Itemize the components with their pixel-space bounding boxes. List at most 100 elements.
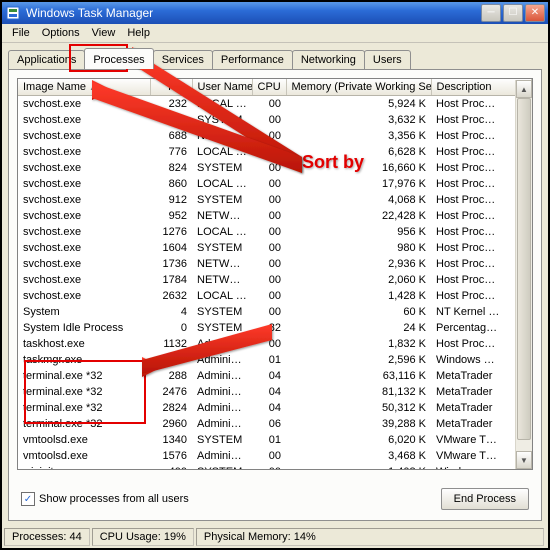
tab-processes[interactable]: Processes	[84, 48, 153, 69]
cell-mem: 39,288 K	[286, 416, 431, 432]
cell-cpu: 00	[252, 160, 286, 176]
cell-cpu: 00	[252, 240, 286, 256]
table-row[interactable]: svchost.exe952NETWO…0022,428 KHost Proc…	[18, 208, 532, 224]
table-row[interactable]: svchost.exe1784NETWO…002,060 KHost Proc…	[18, 272, 532, 288]
cell-cpu: 00	[252, 336, 286, 352]
table-row[interactable]: terminal.exe *32288Administ…0463,116 KMe…	[18, 368, 532, 384]
table-row[interactable]: svchost.exe1604SYSTEM00980 KHost Proc…	[18, 240, 532, 256]
cell-image: vmtoolsd.exe	[18, 448, 150, 464]
cell-user: SYSTEM	[192, 112, 252, 128]
status-memory: Physical Memory: 14%	[196, 528, 544, 546]
col-pid[interactable]: PID	[150, 79, 192, 96]
cell-user: Administ…	[192, 400, 252, 416]
cell-user: SYSTEM	[192, 240, 252, 256]
minimize-button[interactable]: ─	[481, 4, 501, 22]
table-row[interactable]: svchost.exe1276LOCAL …00956 KHost Proc…	[18, 224, 532, 240]
table-row[interactable]: System Idle Process0SYSTEM8224 KPercenta…	[18, 320, 532, 336]
cell-image: terminal.exe *32	[18, 416, 150, 432]
tab-applications[interactable]: Applications	[8, 50, 85, 69]
cell-mem: 3,468 K	[286, 448, 431, 464]
cell-cpu: 00	[252, 272, 286, 288]
table-row[interactable]: vmtoolsd.exe1576Administ…003,468 KVMware…	[18, 448, 532, 464]
menu-file[interactable]: File	[6, 27, 36, 39]
cell-cpu: 00	[252, 304, 286, 320]
tab-performance[interactable]: Performance	[212, 50, 293, 69]
menu-help[interactable]: Help	[121, 27, 156, 39]
cell-user: SYSTEM	[192, 192, 252, 208]
cell-cpu: 00	[252, 144, 286, 160]
cell-mem: 22,428 K	[286, 208, 431, 224]
tab-networking[interactable]: Networking	[292, 50, 365, 69]
cell-pid: 4	[150, 304, 192, 320]
col-image-name[interactable]: Image Name▲	[18, 79, 150, 96]
col-mem[interactable]: Memory (Private Working Set)	[286, 79, 431, 96]
cell-pid: 2960	[150, 416, 192, 432]
tab-users[interactable]: Users	[364, 50, 411, 69]
table-row[interactable]: terminal.exe *322824Administ…0450,312 KM…	[18, 400, 532, 416]
cell-cpu: 06	[252, 416, 286, 432]
cell-cpu: 04	[252, 368, 286, 384]
cell-cpu: 00	[252, 128, 286, 144]
vertical-scrollbar[interactable]: ▲ ▼	[515, 80, 532, 469]
cell-image: wininit.exe	[18, 464, 150, 470]
table-row[interactable]: svchost.exe912SYSTEM004,068 KHost Proc…	[18, 192, 532, 208]
cell-mem: 4,068 K	[286, 192, 431, 208]
cell-pid: 1784	[150, 272, 192, 288]
table-row[interactable]: svchost.exe824SYSTEM0016,660 KHost Proc…	[18, 160, 532, 176]
cell-mem: 2,596 K	[286, 352, 431, 368]
col-cpu[interactable]: CPU	[252, 79, 286, 96]
cell-pid: 288	[150, 368, 192, 384]
table-row[interactable]: terminal.exe *322960Administ…0639,288 KM…	[18, 416, 532, 432]
table-row[interactable]: terminal.exe *322476Administ…0481,132 KM…	[18, 384, 532, 400]
cell-image: terminal.exe *32	[18, 384, 150, 400]
cell-image: svchost.exe	[18, 112, 150, 128]
cell-user: LOCAL …	[192, 176, 252, 192]
table-row[interactable]: vmtoolsd.exe1340SYSTEM016,020 KVMware T…	[18, 432, 532, 448]
cell-user: SYSTEM	[192, 304, 252, 320]
cell-user: SYSTEM	[192, 464, 252, 470]
maximize-button[interactable]: ☐	[503, 4, 523, 22]
table-row[interactable]: taskmgr.exeAdminist…012,596 KWindows …	[18, 352, 532, 368]
cell-pid: 776	[150, 144, 192, 160]
cell-image: System Idle Process	[18, 320, 150, 336]
table-row[interactable]: svchost.exe608SYSTEM003,632 KHost Proc…	[18, 112, 532, 128]
cell-image: System	[18, 304, 150, 320]
col-user[interactable]: User Name	[192, 79, 252, 96]
cell-mem: 956 K	[286, 224, 431, 240]
window-title: Windows Task Manager	[24, 6, 481, 20]
table-row[interactable]: taskhost.exe1132Administ…001,832 KHost P…	[18, 336, 532, 352]
cell-pid: 1132	[150, 336, 192, 352]
table-row[interactable]: svchost.exe860LOCAL …0017,976 KHost Proc…	[18, 176, 532, 192]
cell-mem: 1,832 K	[286, 336, 431, 352]
cell-image: svchost.exe	[18, 240, 150, 256]
end-process-button[interactable]: End Process	[441, 488, 529, 510]
close-button[interactable]: ✕	[525, 4, 545, 22]
table-row[interactable]: svchost.exe232LOCAL …005,924 KHost Proc…	[18, 96, 532, 113]
cell-user: SYSTEM	[192, 320, 252, 336]
title-bar[interactable]: Windows Task Manager ─ ☐ ✕	[2, 2, 548, 24]
cell-cpu: 00	[252, 96, 286, 113]
cell-pid: 952	[150, 208, 192, 224]
table-row[interactable]: System4SYSTEM0060 KNT Kernel …	[18, 304, 532, 320]
table-row[interactable]: svchost.exe2632LOCAL …001,428 KHost Proc…	[18, 288, 532, 304]
table-row[interactable]: wininit.exe400SYSTEM001,408 KWindows …	[18, 464, 532, 470]
cell-pid: 912	[150, 192, 192, 208]
menu-view[interactable]: View	[86, 27, 122, 39]
menu-options[interactable]: Options	[36, 27, 86, 39]
table-row[interactable]: svchost.exe1736NETWO…002,936 KHost Proc…	[18, 256, 532, 272]
cell-pid: 1276	[150, 224, 192, 240]
table-row[interactable]: svchost.exe776LOCAL …006,628 KHost Proc…	[18, 144, 532, 160]
scroll-thumb[interactable]	[517, 98, 531, 440]
menu-bar: File Options View Help	[2, 24, 548, 43]
cell-user: NETWO…	[192, 208, 252, 224]
process-list[interactable]: Image Name▲ PID User Name CPU Memory (Pr…	[17, 78, 533, 470]
table-row[interactable]: svchost.exe688NETWO…003,356 KHost Proc…	[18, 128, 532, 144]
scroll-up-icon[interactable]: ▲	[516, 80, 532, 98]
scroll-down-icon[interactable]: ▼	[516, 451, 532, 469]
cell-cpu: 00	[252, 112, 286, 128]
tab-services[interactable]: Services	[153, 50, 213, 69]
cell-mem: 5,924 K	[286, 96, 431, 113]
show-all-checkbox[interactable]: ✓	[21, 492, 35, 506]
cell-image: svchost.exe	[18, 272, 150, 288]
cell-user: Administ…	[192, 368, 252, 384]
